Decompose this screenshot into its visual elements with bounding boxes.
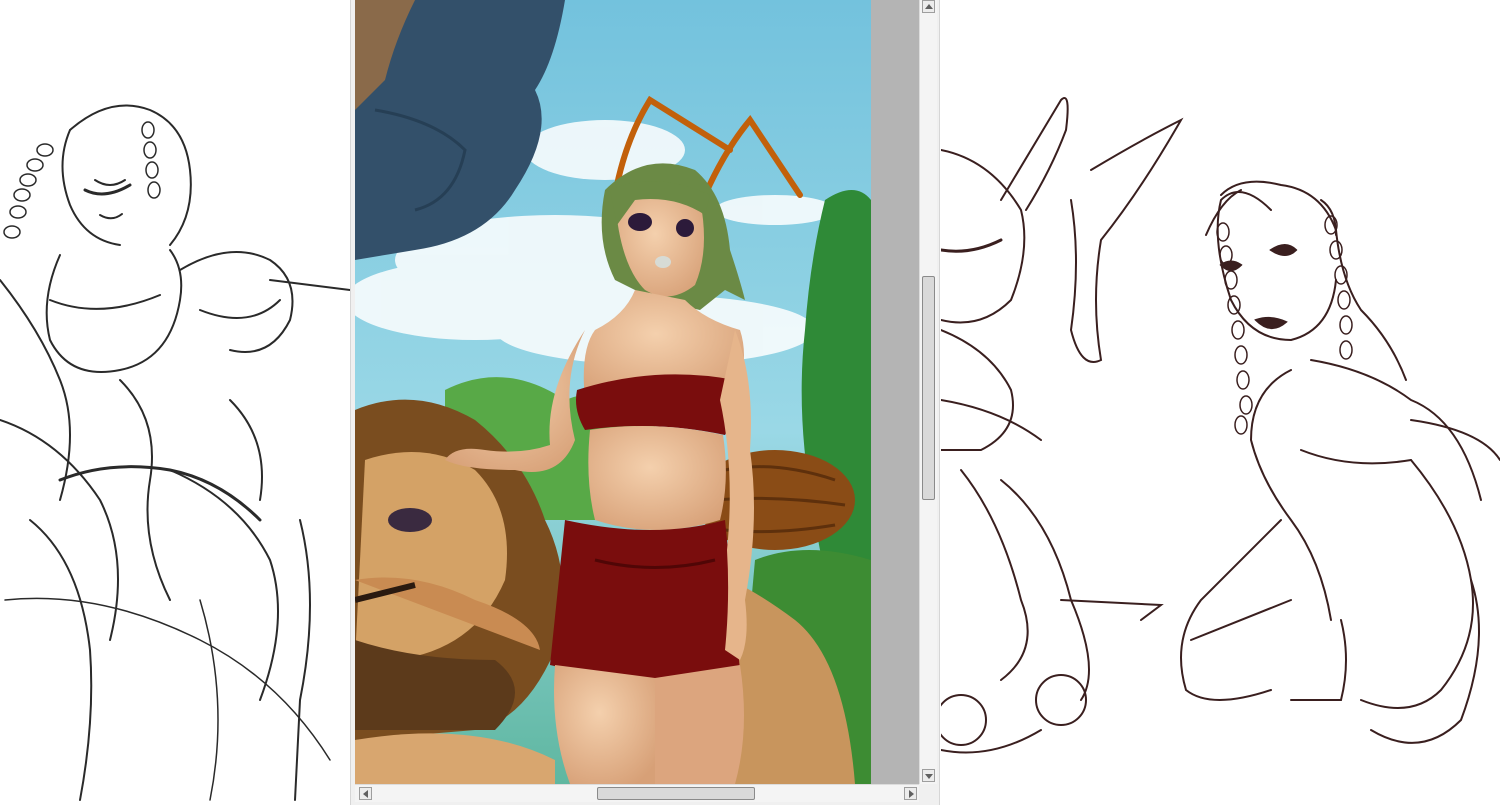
- painting-illustration: [355, 0, 871, 784]
- arrow-down-icon: [925, 774, 933, 779]
- scroll-left-button[interactable]: [359, 787, 372, 800]
- horizontal-scrollbar[interactable]: [355, 784, 919, 802]
- painting-canvas[interactable]: [355, 0, 871, 784]
- ink-sketch-right: [935, 97, 1500, 754]
- scroll-right-button[interactable]: [904, 787, 917, 800]
- arrow-left-icon: [363, 790, 368, 798]
- right-sketch-panel: [935, 0, 1500, 805]
- left-sketch-panel: [0, 0, 351, 805]
- vertical-scrollbar[interactable]: [919, 0, 937, 784]
- canvas-gutter: [871, 0, 919, 784]
- arrow-up-icon: [925, 4, 933, 9]
- scroll-down-button[interactable]: [922, 769, 935, 782]
- arrow-right-icon: [909, 790, 914, 798]
- scroll-up-button[interactable]: [922, 0, 935, 13]
- image-viewer-window[interactable]: [350, 0, 940, 805]
- horizontal-scroll-thumb[interactable]: [597, 787, 755, 800]
- pencil-sketch-left: [0, 104, 351, 801]
- vertical-scroll-thumb[interactable]: [922, 276, 935, 500]
